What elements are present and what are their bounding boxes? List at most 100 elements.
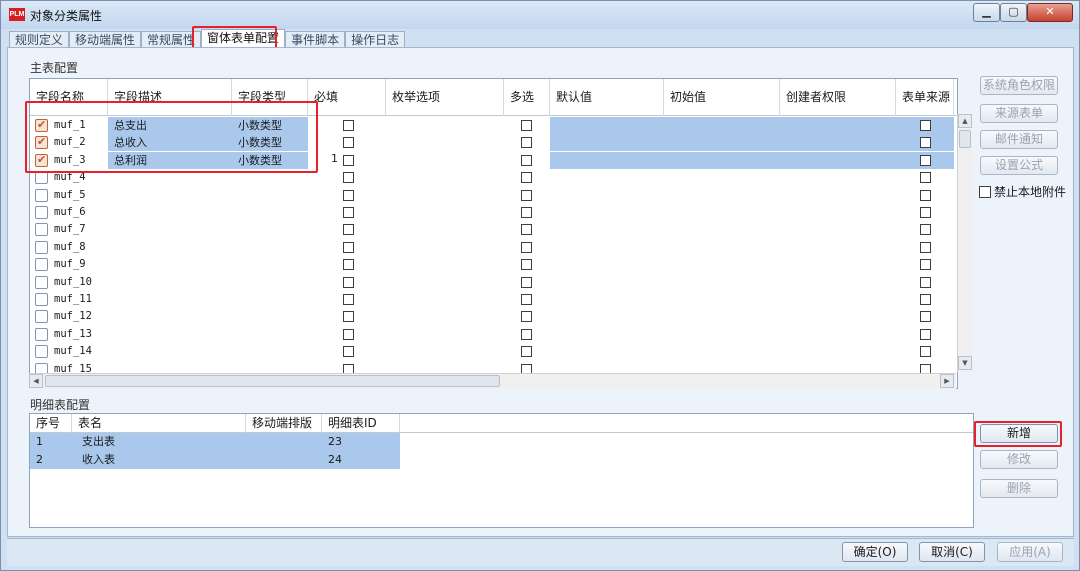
row-select-checkbox[interactable] (35, 258, 48, 272)
col-header-save[interactable]: 保存 (954, 79, 957, 116)
field-desc-cell[interactable] (108, 308, 232, 325)
required-checkbox[interactable] (343, 241, 354, 253)
field-desc-cell[interactable] (108, 256, 232, 273)
form-source-checkbox[interactable] (920, 259, 931, 271)
multi-select-checkbox[interactable] (521, 276, 532, 288)
form-source-checkbox[interactable] (920, 189, 931, 201)
row-select-checkbox[interactable] (35, 223, 48, 237)
table-row[interactable]: muf_11 (30, 291, 957, 308)
col-header-initial-value[interactable]: 初始值 (664, 79, 780, 116)
maximize-button[interactable]: ▢ (1000, 3, 1027, 22)
field-type-cell[interactable] (232, 256, 308, 273)
row-select-checkbox[interactable] (35, 275, 48, 289)
table-row[interactable]: muf_10 (30, 274, 957, 291)
multi-select-checkbox[interactable] (521, 241, 532, 253)
required-checkbox[interactable] (343, 346, 354, 358)
main-grid-horizontal-scrollbar[interactable]: ◀ ▶ (29, 373, 956, 389)
ok-button[interactable]: 确定(O) (842, 542, 908, 562)
multi-select-checkbox[interactable] (521, 137, 532, 149)
form-source-checkbox[interactable] (920, 137, 931, 149)
field-type-cell[interactable] (232, 308, 308, 325)
required-checkbox[interactable] (343, 207, 354, 218)
multi-select-checkbox[interactable] (521, 172, 532, 184)
table-row[interactable]: 2 收入表 24 (30, 451, 400, 469)
disable-local-attachment-checkbox[interactable] (979, 186, 991, 198)
form-source-checkbox[interactable] (920, 346, 931, 358)
horizontal-scroll-thumb[interactable] (45, 375, 500, 387)
field-type-cell[interactable] (232, 326, 308, 343)
vertical-scroll-thumb[interactable] (959, 130, 971, 148)
field-desc-cell[interactable] (108, 204, 232, 221)
required-checkbox[interactable] (343, 328, 354, 340)
field-type-cell[interactable] (232, 221, 308, 238)
table-row[interactable]: muf_5 (30, 187, 957, 204)
row-select-checkbox[interactable] (35, 327, 48, 341)
form-source-checkbox[interactable] (920, 172, 931, 184)
form-source-checkbox[interactable] (920, 120, 931, 131)
field-desc-cell[interactable] (108, 239, 232, 256)
set-formula-button[interactable]: 设置公式 (980, 156, 1058, 175)
multi-select-checkbox[interactable] (521, 346, 532, 358)
field-type-cell[interactable] (232, 291, 308, 308)
required-checkbox[interactable] (343, 224, 354, 236)
required-checkbox[interactable] (343, 276, 354, 288)
table-row[interactable]: muf_9 (30, 256, 957, 273)
detail-col-header-name[interactable]: 表名 (72, 414, 246, 433)
detail-col-header-id[interactable]: 明细表ID (322, 414, 400, 433)
field-type-cell[interactable] (232, 204, 308, 221)
table-row[interactable]: 1 支出表 23 (30, 433, 400, 451)
col-header-default-value[interactable]: 默认值 (550, 79, 664, 116)
multi-select-checkbox[interactable] (521, 259, 532, 271)
form-source-checkbox[interactable] (920, 207, 931, 218)
mail-notify-button[interactable]: 邮件通知 (980, 130, 1058, 149)
table-row[interactable]: muf_12 (30, 308, 957, 325)
required-checkbox[interactable] (343, 172, 354, 184)
col-header-form-source[interactable]: 表单来源 (896, 79, 954, 116)
row-select-checkbox[interactable] (35, 171, 48, 185)
required-checkbox[interactable] (343, 294, 354, 305)
multi-select-checkbox[interactable] (521, 328, 532, 340)
multi-select-checkbox[interactable] (521, 207, 532, 218)
required-checkbox[interactable] (343, 154, 354, 166)
col-header-enum-options[interactable]: 枚举选项 (386, 79, 504, 116)
field-desc-cell[interactable] (108, 361, 232, 374)
scroll-up-icon[interactable]: ▲ (958, 114, 972, 128)
form-source-checkbox[interactable] (920, 276, 931, 288)
edit-detail-button[interactable]: 修改 (980, 450, 1058, 469)
table-row[interactable]: muf_6 (30, 204, 957, 221)
minimize-button[interactable]: ▁ (973, 3, 1000, 22)
multi-select-checkbox[interactable] (521, 189, 532, 201)
multi-select-checkbox[interactable] (521, 120, 532, 131)
required-checkbox[interactable] (343, 189, 354, 201)
col-header-multi-select[interactable]: 多选 (504, 79, 550, 116)
row-select-checkbox[interactable] (35, 206, 48, 219)
row-select-checkbox[interactable] (35, 345, 48, 359)
required-checkbox[interactable] (343, 137, 354, 149)
table-row[interactable]: muf_13 (30, 326, 957, 343)
form-source-checkbox[interactable] (920, 241, 931, 253)
field-desc-cell[interactable] (108, 221, 232, 238)
source-form-button[interactable]: 来源表单 (980, 104, 1058, 123)
required-checkbox[interactable] (343, 120, 354, 131)
field-desc-cell[interactable] (108, 291, 232, 308)
scroll-right-icon[interactable]: ▶ (940, 374, 954, 388)
required-checkbox[interactable] (343, 311, 354, 323)
table-row[interactable]: muf_15 (30, 361, 957, 374)
multi-select-checkbox[interactable] (521, 311, 532, 323)
col-header-creator-permission[interactable]: 创建者权限 (780, 79, 896, 116)
field-type-cell[interactable] (232, 343, 308, 360)
field-type-cell[interactable] (232, 361, 308, 374)
multi-select-checkbox[interactable] (521, 224, 532, 236)
scroll-down-icon[interactable]: ▼ (958, 356, 972, 370)
required-checkbox[interactable] (343, 259, 354, 271)
main-grid-vertical-scrollbar[interactable]: ▲ ▼ (957, 114, 973, 372)
field-desc-cell[interactable] (108, 274, 232, 291)
detail-col-header-no[interactable]: 序号 (30, 414, 72, 433)
detail-col-header-mobile-layout[interactable]: 移动端排版 (246, 414, 322, 433)
scroll-left-icon[interactable]: ◀ (29, 374, 43, 388)
form-source-checkbox[interactable] (920, 154, 931, 166)
field-desc-cell[interactable] (108, 343, 232, 360)
delete-detail-button[interactable]: 删除 (980, 479, 1058, 498)
system-role-permission-button[interactable]: 系统角色权限 (980, 76, 1058, 95)
form-source-checkbox[interactable] (920, 311, 931, 323)
